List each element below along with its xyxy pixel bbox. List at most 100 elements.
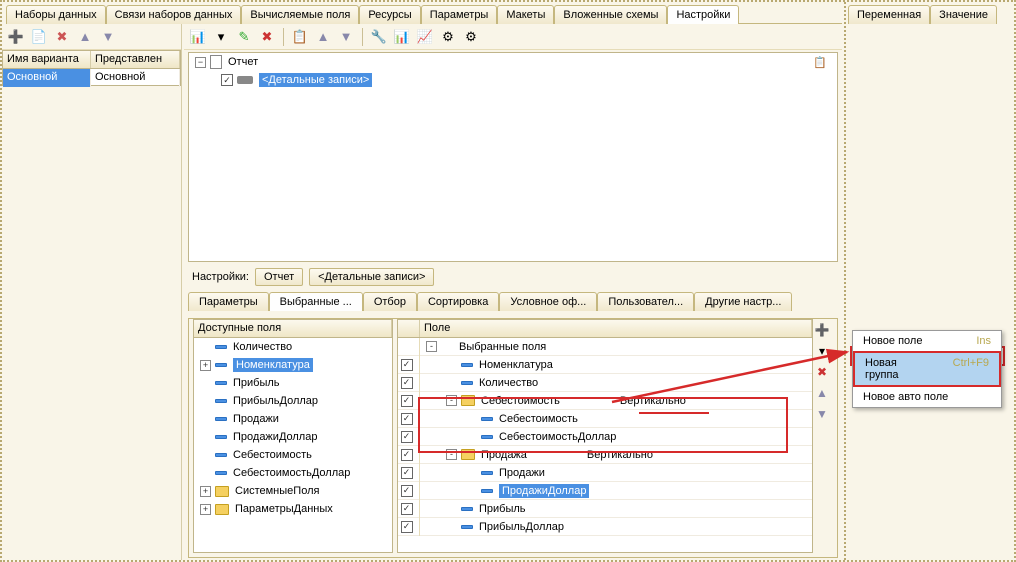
expander-icon[interactable]: - [446, 395, 457, 406]
path-details[interactable]: <Детальные записи> [309, 268, 434, 286]
delete2-icon[interactable]: ✖ [257, 27, 277, 47]
variant-cell-name[interactable]: Основной [3, 69, 91, 87]
field-icon [215, 345, 227, 349]
delete-icon[interactable]: ✖ [52, 27, 72, 47]
up2-icon[interactable]: ▲ [313, 27, 333, 47]
available-header: Доступные поля [194, 320, 392, 337]
expander-icon[interactable]: - [446, 449, 457, 460]
main-tab-4[interactable]: Параметры [421, 5, 498, 24]
detail-tab-4[interactable]: Условное оф... [499, 292, 597, 311]
selected-field-row[interactable]: ✓Количество [398, 374, 812, 392]
selected-field-row[interactable]: ✓-СебестоимостьВертикально [398, 392, 812, 410]
selected-field-row[interactable]: ✓Номенклатура [398, 356, 812, 374]
down-icon[interactable]: ▼ [98, 27, 118, 47]
main-tab-6[interactable]: Вложенные схемы [554, 5, 667, 24]
up-icon[interactable]: ▲ [75, 27, 95, 47]
detail-tab-2[interactable]: Отбор [363, 292, 417, 311]
right-tab-0[interactable]: Переменная [848, 5, 930, 24]
expander-icon[interactable]: + [200, 504, 211, 515]
avail-field[interactable]: +СистемныеПоля [194, 482, 392, 500]
avail-field[interactable]: Себестоимость [194, 446, 392, 464]
main-tab-0[interactable]: Наборы данных [6, 5, 106, 24]
avail-field[interactable]: ПродажиДоллар [194, 428, 392, 446]
down2-icon[interactable]: ▼ [336, 27, 356, 47]
expander-icon[interactable]: + [200, 486, 211, 497]
checkbox-icon[interactable]: ✓ [401, 467, 413, 479]
add-group-icon[interactable]: 📊 [188, 27, 208, 47]
avail-field[interactable]: Прибыль [194, 374, 392, 392]
variant-grid[interactable]: Имя варианта Представлен Основной Основн… [2, 50, 181, 86]
selected-field-row[interactable]: ✓-ПродажаВертикально [398, 446, 812, 464]
main-tab-1[interactable]: Связи наборов данных [106, 5, 242, 24]
avail-field[interactable]: +ПараметрыДанных [194, 500, 392, 518]
sf-add-icon[interactable]: ➕ [813, 321, 831, 339]
avail-field[interactable]: ПрибыльДоллар [194, 392, 392, 410]
list-icon[interactable]: 📋 [290, 27, 310, 47]
copy-icon[interactable]: 📄 [29, 27, 49, 47]
checkbox-icon[interactable]: ✓ [221, 74, 233, 86]
checkbox-icon[interactable]: ✓ [401, 449, 413, 461]
context-menu-item[interactable]: Новая группаCtrl+F9 [853, 351, 1001, 387]
report-props-icon[interactable]: 📋 [813, 56, 827, 69]
variant-cell-repr[interactable]: Основной [91, 69, 180, 87]
main-tab-2[interactable]: Вычисляемые поля [241, 5, 359, 24]
field-icon [461, 507, 473, 511]
checkbox-icon[interactable]: ✓ [401, 359, 413, 371]
expander-icon[interactable]: − [195, 57, 206, 68]
selected-field-row[interactable]: ✓Прибыль [398, 500, 812, 518]
avail-field[interactable]: Продажи [194, 410, 392, 428]
path-report[interactable]: Отчет [255, 268, 303, 286]
context-menu[interactable]: Новое полеInsНовая группаCtrl+F9Новое ав… [852, 330, 1002, 408]
context-menu-item[interactable]: Новое полеIns [853, 331, 1001, 351]
variant-header-repr: Представлен [91, 51, 180, 68]
detail-tab-5[interactable]: Пользовател... [597, 292, 694, 311]
edit-icon[interactable]: ✎ [234, 27, 254, 47]
selected-field-row[interactable]: ✓СебестоимостьДоллар [398, 428, 812, 446]
checkbox-icon[interactable]: ✓ [401, 503, 413, 515]
t2-icon[interactable]: 📊 [392, 27, 412, 47]
main-tab-7[interactable]: Настройки [667, 5, 739, 25]
t5-icon[interactable]: ⚙ [461, 27, 481, 47]
sf-up-icon[interactable]: ▲ [813, 384, 831, 402]
report-tree[interactable]: − Отчет 📋 ✓ <Детальные записи> [188, 52, 838, 262]
dropdown-icon[interactable]: ▾ [211, 27, 231, 47]
main-tab-5[interactable]: Макеты [497, 5, 554, 24]
checkbox-icon[interactable]: ✓ [401, 413, 413, 425]
sf-menu-icon[interactable]: ▾ [813, 342, 831, 360]
expander-icon[interactable]: - [426, 341, 437, 352]
detail-tab-0[interactable]: Параметры [188, 292, 269, 311]
context-menu-item[interactable]: Новое авто поле [853, 387, 1001, 407]
t3-icon[interactable]: 📈 [415, 27, 435, 47]
selected-fields-list[interactable]: -Выбранные поля✓Номенклатура✓Количество✓… [398, 338, 812, 536]
sf-down-icon[interactable]: ▼ [813, 405, 831, 423]
report-root[interactable]: Отчет [228, 56, 258, 68]
t1-icon[interactable]: 🔧 [369, 27, 389, 47]
available-fields-list[interactable]: Количество+НоменклатураПрибыльПрибыльДол… [194, 338, 392, 518]
avail-field[interactable]: СебестоимостьДоллар [194, 464, 392, 482]
detail-tab-6[interactable]: Другие настр... [694, 292, 792, 311]
selected-field-row[interactable]: ✓Себестоимость [398, 410, 812, 428]
add-icon[interactable]: ➕ [6, 27, 26, 47]
checkbox-icon[interactable]: ✓ [401, 431, 413, 443]
checkbox-icon[interactable]: ✓ [401, 485, 413, 497]
checkbox-icon[interactable]: ✓ [401, 521, 413, 533]
avail-field[interactable]: Количество [194, 338, 392, 356]
checkbox-icon[interactable]: ✓ [401, 395, 413, 407]
selected-field-row[interactable]: -Выбранные поля [398, 338, 812, 356]
right-tab-1[interactable]: Значение [930, 5, 997, 24]
settings-label: Настройки: [192, 271, 249, 283]
detail-tab-3[interactable]: Сортировка [417, 292, 499, 311]
detail-records[interactable]: <Детальные записи> [259, 73, 372, 87]
selected-field-row[interactable]: ✓ПрибыльДоллар [398, 518, 812, 536]
detail-tab-1[interactable]: Выбранные ... [269, 292, 363, 311]
detail-tabs: ПараметрыВыбранные ...ОтборСортировкаУсл… [184, 290, 842, 311]
expander-icon[interactable]: + [200, 360, 211, 371]
selected-field-row[interactable]: ✓ПродажиДоллар [398, 482, 812, 500]
sf-del-icon[interactable]: ✖ [813, 363, 831, 381]
avail-field[interactable]: +Номенклатура [194, 356, 392, 374]
main-tab-3[interactable]: Ресурсы [359, 5, 420, 24]
checkbox-icon[interactable]: ✓ [401, 377, 413, 389]
t4-icon[interactable]: ⚙ [438, 27, 458, 47]
field-icon [461, 381, 473, 385]
selected-field-row[interactable]: ✓Продажи [398, 464, 812, 482]
